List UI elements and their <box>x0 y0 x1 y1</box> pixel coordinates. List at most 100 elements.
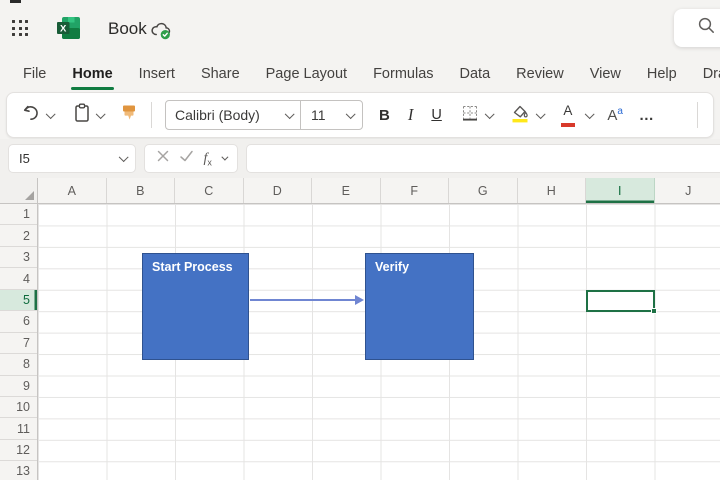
formula-bar-row: I5 fx <box>0 139 720 178</box>
undo-button[interactable] <box>15 99 59 131</box>
column-header-H[interactable]: H <box>518 178 587 203</box>
column-headers: ABCDEFGHIJ <box>38 178 720 203</box>
top-bar: X Book <box>0 0 720 56</box>
row-header-3[interactable]: 3 <box>0 247 37 268</box>
row-header-5[interactable]: 5 <box>0 290 37 311</box>
undo-dropdown-chevron-icon[interactable] <box>46 109 55 118</box>
menu-tab-help[interactable]: Help <box>634 56 690 92</box>
grid-body: 12345678910111213 Start Process Verify <box>0 204 720 480</box>
row-header-1[interactable]: 1 <box>0 204 37 225</box>
bold-button[interactable]: B <box>373 99 396 131</box>
font-color-chevron-icon[interactable] <box>585 109 594 118</box>
row-header-7[interactable]: 7 <box>0 333 37 354</box>
menu-tab-review[interactable]: Review <box>503 56 577 92</box>
ribbon-toolbar: Calibri (Body) 11 B I U <box>6 92 714 138</box>
formula-buttons: fx <box>144 144 238 173</box>
font-controls: Calibri (Body) 11 <box>165 100 363 130</box>
grow-font-label: Aa <box>607 106 623 124</box>
fill-color-chevron-icon[interactable] <box>536 109 545 118</box>
app-launcher-button[interactable] <box>12 20 30 38</box>
more-options-button[interactable]: … <box>633 99 661 131</box>
column-header-F[interactable]: F <box>381 178 450 203</box>
column-header-E[interactable]: E <box>312 178 381 203</box>
row-header-12[interactable]: 12 <box>0 440 37 461</box>
shape-verify-label: Verify <box>375 260 409 274</box>
row-header-4[interactable]: 4 <box>0 268 37 289</box>
clipboard-icon <box>73 103 91 128</box>
cloud-saved-icon[interactable] <box>149 21 173 46</box>
menu-tab-share[interactable]: Share <box>188 56 253 92</box>
grow-font-button[interactable]: Aa <box>601 99 629 131</box>
fill-handle[interactable] <box>651 308 657 314</box>
font-name-value: Calibri (Body) <box>175 107 260 123</box>
enter-entry-icon[interactable] <box>179 149 194 168</box>
row-header-11[interactable]: 11 <box>0 418 37 439</box>
borders-icon <box>460 103 480 128</box>
font-size-select[interactable]: 11 <box>300 101 362 129</box>
borders-chevron-icon[interactable] <box>485 109 494 118</box>
row-header-10[interactable]: 10 <box>0 397 37 418</box>
fill-color-button[interactable] <box>503 99 549 131</box>
menu-tab-draw[interactable]: Draw <box>690 56 720 92</box>
menu-tab-page-layout[interactable]: Page Layout <box>253 56 360 92</box>
fill-color-icon <box>509 103 531 128</box>
shape-start-process-label: Start Process <box>152 260 233 274</box>
formula-input[interactable] <box>246 144 720 173</box>
row-header-6[interactable]: 6 <box>0 311 37 332</box>
excel-logo-icon[interactable]: X <box>57 17 80 44</box>
font-color-bar <box>561 123 575 127</box>
format-painter-button[interactable] <box>114 99 144 131</box>
shape-verify[interactable]: Verify <box>365 253 474 360</box>
format-painter-icon <box>120 103 138 128</box>
name-box[interactable]: I5 <box>8 144 136 173</box>
paste-button[interactable] <box>67 99 109 131</box>
select-all-corner[interactable] <box>0 178 38 203</box>
borders-button[interactable] <box>454 99 498 131</box>
connector-arrow-line[interactable] <box>250 299 356 301</box>
insert-function-button[interactable]: fx <box>203 150 211 168</box>
column-header-B[interactable]: B <box>107 178 176 203</box>
menu-tab-file[interactable]: File <box>10 56 59 92</box>
column-header-D[interactable]: D <box>244 178 313 203</box>
row-header-2[interactable]: 2 <box>0 225 37 246</box>
font-name-chevron-icon <box>285 109 294 118</box>
underline-button[interactable]: U <box>425 99 447 131</box>
font-name-select[interactable]: Calibri (Body) <box>166 101 300 129</box>
column-header-A[interactable]: A <box>38 178 107 203</box>
cancel-entry-icon[interactable] <box>156 149 170 168</box>
document-title[interactable]: Book <box>108 19 147 39</box>
column-header-G[interactable]: G <box>449 178 518 203</box>
connector-arrowhead-icon <box>355 295 364 305</box>
menu-tab-insert[interactable]: Insert <box>126 56 188 92</box>
font-size-chevron-icon <box>346 109 355 118</box>
menu-tab-view[interactable]: View <box>577 56 634 92</box>
italic-button[interactable]: I <box>402 99 420 131</box>
row-header-8[interactable]: 8 <box>0 354 37 375</box>
paste-dropdown-chevron-icon[interactable] <box>96 109 105 118</box>
name-box-chevron-icon[interactable] <box>119 152 128 161</box>
more-options-label: … <box>639 107 655 124</box>
select-all-triangle-icon <box>25 191 34 200</box>
column-header-I[interactable]: I <box>586 178 655 203</box>
font-color-letter: A <box>563 104 572 117</box>
shape-start-process[interactable]: Start Process <box>142 253 249 360</box>
svg-text:X: X <box>60 24 67 35</box>
row-headers: 12345678910111213 <box>0 204 38 480</box>
name-box-value: I5 <box>19 151 30 166</box>
menu-tab-data[interactable]: Data <box>447 56 504 92</box>
menu-tab-formulas[interactable]: Formulas <box>360 56 446 92</box>
column-header-J[interactable]: J <box>655 178 720 203</box>
row-header-13[interactable]: 13 <box>0 461 37 480</box>
fx-chevron-icon[interactable] <box>222 154 229 161</box>
column-header-C[interactable]: C <box>175 178 244 203</box>
toolbar-divider <box>151 102 152 128</box>
undo-icon <box>21 103 41 128</box>
toolbar-divider-right <box>697 102 698 128</box>
row-header-9[interactable]: 9 <box>0 376 37 397</box>
font-size-value: 11 <box>311 107 326 123</box>
menu-tab-home[interactable]: Home <box>59 56 125 92</box>
search-button[interactable] <box>674 9 720 47</box>
font-color-button[interactable]: A <box>555 99 581 131</box>
screen-artifact <box>10 0 21 3</box>
underline-label: U <box>431 107 441 123</box>
